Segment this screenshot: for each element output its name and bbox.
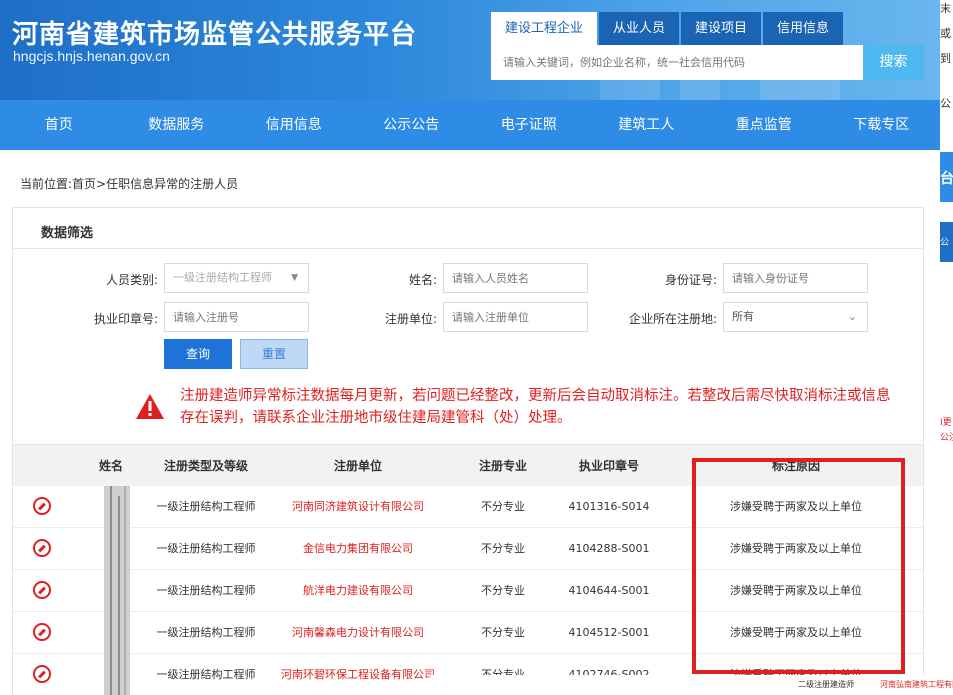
search-tab-enterprise[interactable]: 建设工程企业 (491, 12, 598, 45)
abnormal-mark-icon (33, 581, 51, 599)
chevron-down-icon: ⌄ (847, 310, 857, 323)
reg-location-value: 所有 (732, 310, 754, 323)
row-seal: 4101316-S014 (568, 500, 650, 513)
main-nav: 首页 数据服务 信用信息 公示公告 电子证照 建筑工人 重点监管 下载专区 (0, 100, 940, 150)
abnormal-mark-icon (33, 623, 51, 641)
side-fragment: 公 (940, 97, 951, 110)
side-fragment: 公注 (940, 433, 953, 443)
row-type: 一级注册结构工程师 (156, 668, 256, 681)
nav-downloads[interactable]: 下载专区 (823, 100, 941, 150)
redaction-line (124, 486, 126, 695)
background-window-bottom: 二级注册建造师 河南弘南建筑工程有限 (430, 675, 953, 695)
row-type: 一级注册结构工程师 (156, 584, 256, 597)
side-fragment: 公 (940, 238, 950, 248)
id-number-label: 身份证号: (664, 273, 717, 287)
nav-e-certificate[interactable]: 电子证照 (470, 100, 588, 150)
highlight-box (692, 458, 905, 674)
col-header-major: 注册专业 (478, 459, 527, 473)
abnormal-mark-icon (33, 539, 51, 557)
filter-title: 数据筛选 (41, 226, 94, 241)
person-type-label: 人员类别: (105, 273, 158, 287)
row-unit[interactable]: 河南环碧环保工程设备有限公司 (275, 654, 441, 695)
query-button[interactable]: 查询 (164, 339, 232, 369)
row-unit[interactable]: 航洋电力建设有限公司 (275, 570, 441, 612)
search-input[interactable] (491, 45, 863, 80)
side-fragment: 到 (940, 52, 951, 65)
row-type: 一级注册结构工程师 (156, 626, 256, 639)
site-title: 河南省建筑市场监管公共服务平台 (12, 20, 418, 50)
reg-location-label: 企业所在注册地: (628, 312, 717, 326)
side-fragment: 末 (940, 2, 951, 15)
search-tab-project[interactable]: 建设项目 (681, 12, 762, 45)
bottom-fragment: 河南弘南建筑工程有限 (880, 680, 953, 689)
reg-location-select[interactable]: 所有 ⌄ (723, 302, 868, 332)
nav-data-service[interactable]: 数据服务 (118, 100, 236, 150)
site-url: hngcjs.hnjs.henan.gov.cn (13, 48, 170, 64)
row-seal: 4104288-S001 (568, 542, 650, 555)
name-input[interactable] (443, 263, 588, 293)
nav-credit-info[interactable]: 信用信息 (235, 100, 353, 150)
search-button[interactable]: 搜索 (863, 45, 924, 80)
side-fragment: 或 (940, 27, 951, 40)
caret-down-icon: ▼ (291, 273, 298, 283)
redaction-line (118, 496, 120, 695)
row-major: 不分专业 (481, 584, 525, 597)
nav-announcements[interactable]: 公示公告 (353, 100, 471, 150)
seal-number-label: 执业印章号: (93, 312, 158, 326)
row-type: 一级注册结构工程师 (156, 542, 256, 555)
row-type: 一级注册结构工程师 (156, 500, 256, 513)
row-major: 不分专业 (481, 500, 525, 513)
reg-unit-input[interactable] (443, 302, 588, 332)
seal-number-input[interactable] (164, 302, 309, 332)
side-fragment: I更 (940, 418, 952, 428)
warning-icon (136, 394, 164, 419)
col-header-type: 注册类型及等级 (163, 459, 248, 473)
col-header-name: 姓名 (98, 459, 123, 473)
row-seal: 4104512-S001 (568, 626, 650, 639)
search-tab-credit[interactable]: 信用信息 (763, 12, 844, 45)
side-fragment: 台 (940, 171, 953, 187)
row-unit[interactable]: 金信电力集团有限公司 (275, 528, 441, 570)
search-tab-personnel[interactable]: 从业人员 (599, 12, 680, 45)
breadcrumb: 当前位置:首页>任职信息异常的注册人员 (20, 177, 239, 191)
nav-home[interactable]: 首页 (0, 100, 118, 150)
reg-unit-label: 注册单位: (384, 312, 437, 326)
background-window-strip: 末 或 到 公 台 公 I更 公注 (940, 0, 953, 695)
site-header: 河南省建筑市场监管公共服务平台 hngcjs.hnjs.henan.gov.cn… (0, 0, 940, 100)
row-unit[interactable]: 河南馨森电力设计有限公司 (275, 612, 441, 654)
nav-construction-workers[interactable]: 建筑工人 (588, 100, 706, 150)
abnormal-mark-icon (33, 665, 51, 683)
abnormal-mark-icon (33, 497, 51, 515)
person-type-select[interactable]: 一级注册结构工程师 ▼ (164, 263, 309, 293)
divider (13, 248, 923, 249)
row-unit[interactable]: 河南同济建筑设计有限公司 (275, 486, 441, 528)
nav-key-supervision[interactable]: 重点监管 (705, 100, 823, 150)
reset-button[interactable]: 重置 (240, 339, 308, 369)
search-tabs: 建设工程企业 从业人员 建设项目 信用信息 (491, 12, 845, 45)
warning-message: 注册建造师异常标注数据每月更新，若问题已经整改，更新后会自动取消标注。若整改后需… (180, 388, 891, 426)
id-number-input[interactable] (723, 263, 868, 293)
name-label: 姓名: (408, 273, 437, 287)
row-major: 不分专业 (481, 542, 525, 555)
row-major: 不分专业 (481, 626, 525, 639)
col-header-unit: 注册单位 (333, 459, 382, 473)
redaction-line (110, 486, 112, 695)
person-type-value: 一级注册结构工程师 (173, 271, 272, 284)
bottom-fragment: 二级注册建造师 (798, 680, 854, 689)
col-header-seal: 执业印章号 (578, 459, 639, 473)
row-seal: 4104644-S001 (568, 584, 650, 597)
redaction-bar (104, 486, 130, 695)
